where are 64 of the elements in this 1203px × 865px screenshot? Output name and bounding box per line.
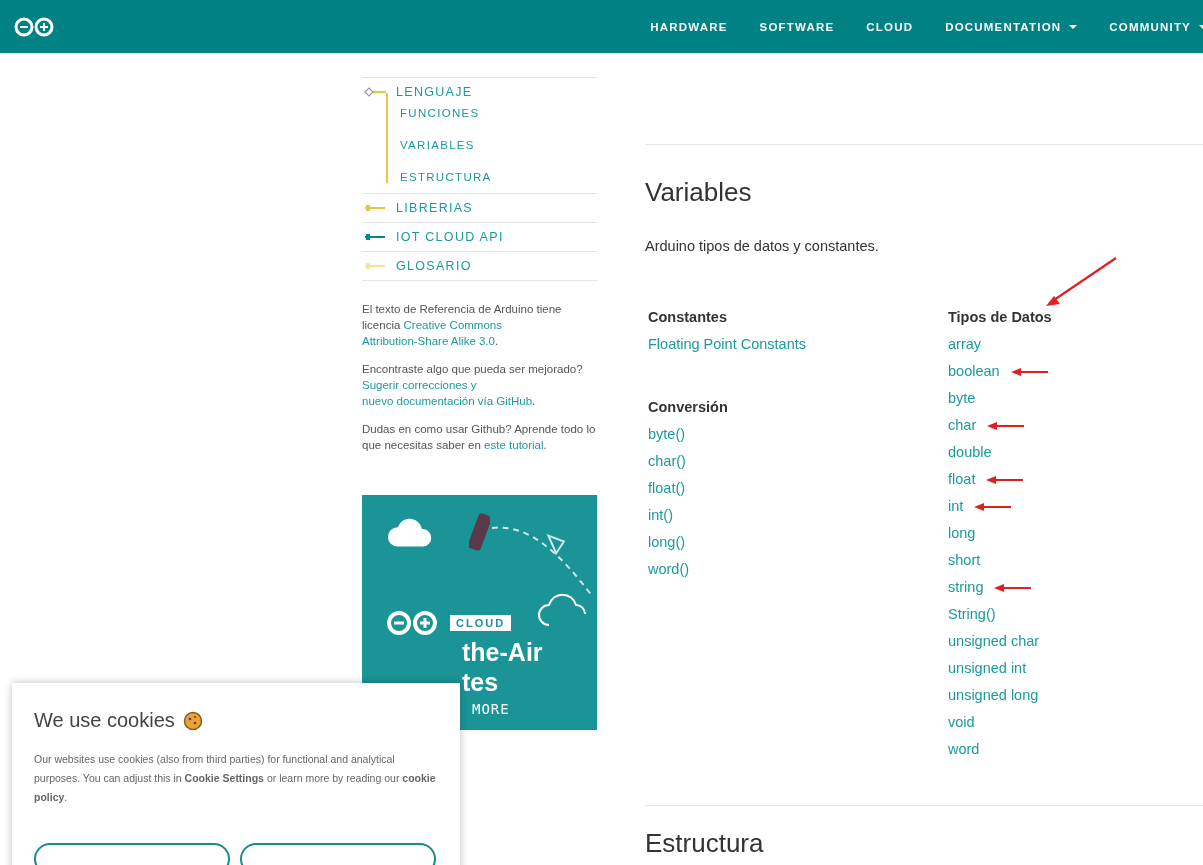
reference-link[interactable]: float(): [648, 475, 686, 502]
reference-link[interactable]: void: [948, 709, 975, 736]
text-link[interactable]: Sugerir correcciones y: [362, 379, 477, 391]
text-link[interactable]: Creative Commons: [403, 319, 502, 331]
license-note: Dudas en como usar Github? Aprende todo lo que necesitas saber en este tutorial.: [362, 422, 597, 453]
section-description: Arduino tipos de datos y constantes.: [645, 238, 880, 254]
sidebar-link[interactable]: IOT CLOUD API: [396, 230, 504, 244]
group-heading: Tipos de Datos: [948, 308, 1053, 327]
cookie-icon: [182, 710, 203, 731]
nav-link[interactable]: HARDWARE: [650, 20, 728, 33]
sidebar-link[interactable]: VARIABLES: [400, 139, 597, 151]
annotation-arrow: [973, 501, 1014, 512]
reference-link[interactable]: int: [948, 493, 964, 520]
sidebar-link[interactable]: GLOSARIO: [396, 259, 472, 273]
reference-link[interactable]: float: [948, 466, 976, 493]
text-link[interactable]: Attribution-Share Alike 3.0: [362, 335, 495, 347]
annotation-arrow: [986, 420, 1027, 431]
reference-link[interactable]: byte: [948, 385, 976, 412]
reference-link[interactable]: char: [948, 412, 977, 439]
license-note: Encontraste algo que pueda ser mejorado? Sugerir correcciones y nuevo documentación vía GitHub.: [362, 362, 584, 409]
reference-link[interactable]: unsigned long: [948, 682, 1039, 709]
section-title: Variables: [645, 177, 753, 208]
reference-link[interactable]: string: [948, 574, 984, 601]
reference-link[interactable]: short: [948, 547, 981, 574]
cloud-badge: CLOUD: [450, 615, 512, 631]
reference-link[interactable]: boolean: [948, 358, 1000, 385]
nav-link[interactable]: COMMUNITY: [1109, 20, 1203, 33]
license-note: El texto de Referencia de Arduino tiene licencia Creative Commons Attribution-Share Alike 3.0.: [362, 302, 563, 349]
promo-banner[interactable]: CLOUD the-Air tes MORE: [362, 495, 597, 730]
reference-link[interactable]: long(): [648, 529, 686, 556]
reference-link[interactable]: long: [948, 520, 976, 547]
group-heading: Conversión: [648, 398, 729, 417]
reference-link[interactable]: unsigned int: [948, 655, 1027, 682]
banner-headline: the-Air: [461, 637, 544, 667]
infinity-logo-icon: [386, 609, 440, 637]
caret-icon: [1069, 24, 1078, 29]
nav-link[interactable]: DOCUMENTATION: [945, 20, 1078, 33]
sidebar-link[interactable]: LENGUAJE: [396, 85, 473, 99]
reference-link[interactable]: array: [948, 331, 982, 358]
banner-headline: tes: [461, 667, 500, 697]
group-heading: Constantes: [648, 308, 728, 327]
reference-link[interactable]: unsigned char: [948, 628, 1040, 655]
annotation-arrow: [1009, 366, 1050, 377]
reference-link[interactable]: Floating Point Constants: [648, 331, 806, 358]
section-title: Estructura: [645, 828, 765, 859]
reference-link[interactable]: int(): [648, 502, 673, 529]
banner-link-text: MORE: [471, 700, 511, 717]
sidebar-link[interactable]: LIBRERIAS: [396, 201, 473, 215]
sidebar-link[interactable]: FUNCIONES: [400, 107, 597, 119]
reference-link[interactable]: char(): [648, 448, 686, 475]
reference-link[interactable]: word: [948, 736, 980, 763]
dialog-title: We use cookies: [34, 709, 175, 732]
reference-link[interactable]: byte(): [648, 421, 686, 448]
infinity-logo-icon: [14, 16, 54, 37]
annotation-arrow: [993, 582, 1034, 593]
dialog-text: Our websites use cookies (also from third parties) for functional and analytical purposes. You can adjust this in Cookie Settings or learn more by reading our cookie policy.: [34, 752, 437, 805]
nav-link[interactable]: SOFTWARE: [759, 20, 835, 33]
reference-link[interactable]: word(): [648, 556, 690, 583]
nav-link[interactable]: CLOUD: [866, 20, 914, 33]
annotation-arrow: [985, 474, 1026, 485]
text-link[interactable]: este tutorial: [484, 439, 544, 451]
reference-link[interactable]: String(): [948, 601, 996, 628]
reference-link[interactable]: double: [948, 439, 992, 466]
sidebar-link[interactable]: ESTRUCTURA: [400, 171, 597, 183]
